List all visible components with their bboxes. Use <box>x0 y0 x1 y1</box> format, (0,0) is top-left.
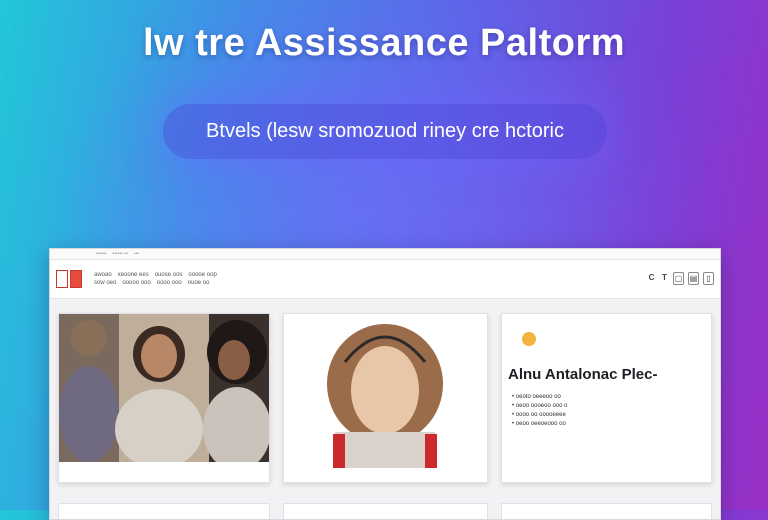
window-icon[interactable]: ▢ <box>673 272 684 285</box>
info-card-list: • oeoto oeeeoo oo • oeoo oooeoo ooo o • … <box>512 394 568 427</box>
toolbar-menu: awoao xeoone ees ouose oos ooooe oop sow… <box>94 272 217 286</box>
bottom-card-1[interactable] <box>58 503 270 519</box>
logo-square-icon <box>56 270 68 288</box>
subtitle-text: Btvels (lesw sromozuod riney cre hctoric <box>206 120 564 142</box>
toolbar-item[interactable]: oooo ooo <box>157 280 182 286</box>
app-window: •••••• •••••• •• ••• awoao xeoone ees ou… <box>49 248 721 520</box>
text-icon[interactable]: T <box>660 272 669 283</box>
bottom-card-3[interactable] <box>501 503 712 519</box>
info-card[interactable]: Alnu Antalonac Plec- • oeoto oeeeoo oo •… <box>501 313 712 483</box>
bottom-card-2[interactable] <box>283 503 488 519</box>
info-card-title: Alnu Antalonac Plec- <box>508 366 658 383</box>
toolbar-icons: C T ▢ ▤ ▯ <box>647 272 714 285</box>
toolbar-item[interactable]: ooooo ooo <box>122 280 150 286</box>
list-item: • oeoo oeeoeooo oo <box>512 421 566 427</box>
subtitle-pill: Btvels (lesw sromozuod riney cre hctoric <box>163 104 607 159</box>
logo-square-icon <box>70 270 82 288</box>
toolbar-item[interactable]: awoao <box>94 272 112 278</box>
titlebar-text-1: •••••• <box>96 251 107 257</box>
portrait-photo-image <box>327 324 443 468</box>
group-photo-image <box>59 314 269 462</box>
hero-title: lw tre Assissance Paltorm <box>142 22 626 64</box>
list-icon[interactable]: ▤ <box>688 272 699 285</box>
badge-dot-icon <box>522 332 536 346</box>
list-item: • oooo oo ooooeeee <box>512 412 566 418</box>
photo-card-portrait[interactable] <box>283 313 488 483</box>
app-logo[interactable] <box>56 270 82 288</box>
list-item: • oeoo oooeoo ooo o <box>512 403 568 409</box>
toolbar-row-1: awoao xeoone ees ouose oos ooooe oop <box>94 272 217 278</box>
toolbar-row-2: sow oeo ooooo ooo oooo ooo ouoe oo <box>94 280 217 286</box>
toolbar-item[interactable]: ooooe oop <box>188 272 216 278</box>
titlebar-text-2: •••••• •• <box>112 251 128 257</box>
titlebar-text-3: ••• <box>133 251 140 257</box>
toolbar-item[interactable]: xeoone ees <box>118 272 149 278</box>
list-item: • oeoto oeeeoo oo <box>512 394 561 400</box>
battery-icon[interactable]: ▯ <box>703 272 714 285</box>
refresh-icon[interactable]: C <box>647 272 656 283</box>
window-titlebar: •••••• •••••• •• ••• <box>50 249 720 260</box>
app-toolbar: awoao xeoone ees ouose oos ooooe oop sow… <box>50 260 720 299</box>
photo-card-group[interactable] <box>58 313 270 483</box>
toolbar-item[interactable]: ouoe oo <box>188 280 210 286</box>
toolbar-item[interactable]: ouose oos <box>155 272 183 278</box>
toolbar-item[interactable]: sow oeo <box>94 280 116 286</box>
